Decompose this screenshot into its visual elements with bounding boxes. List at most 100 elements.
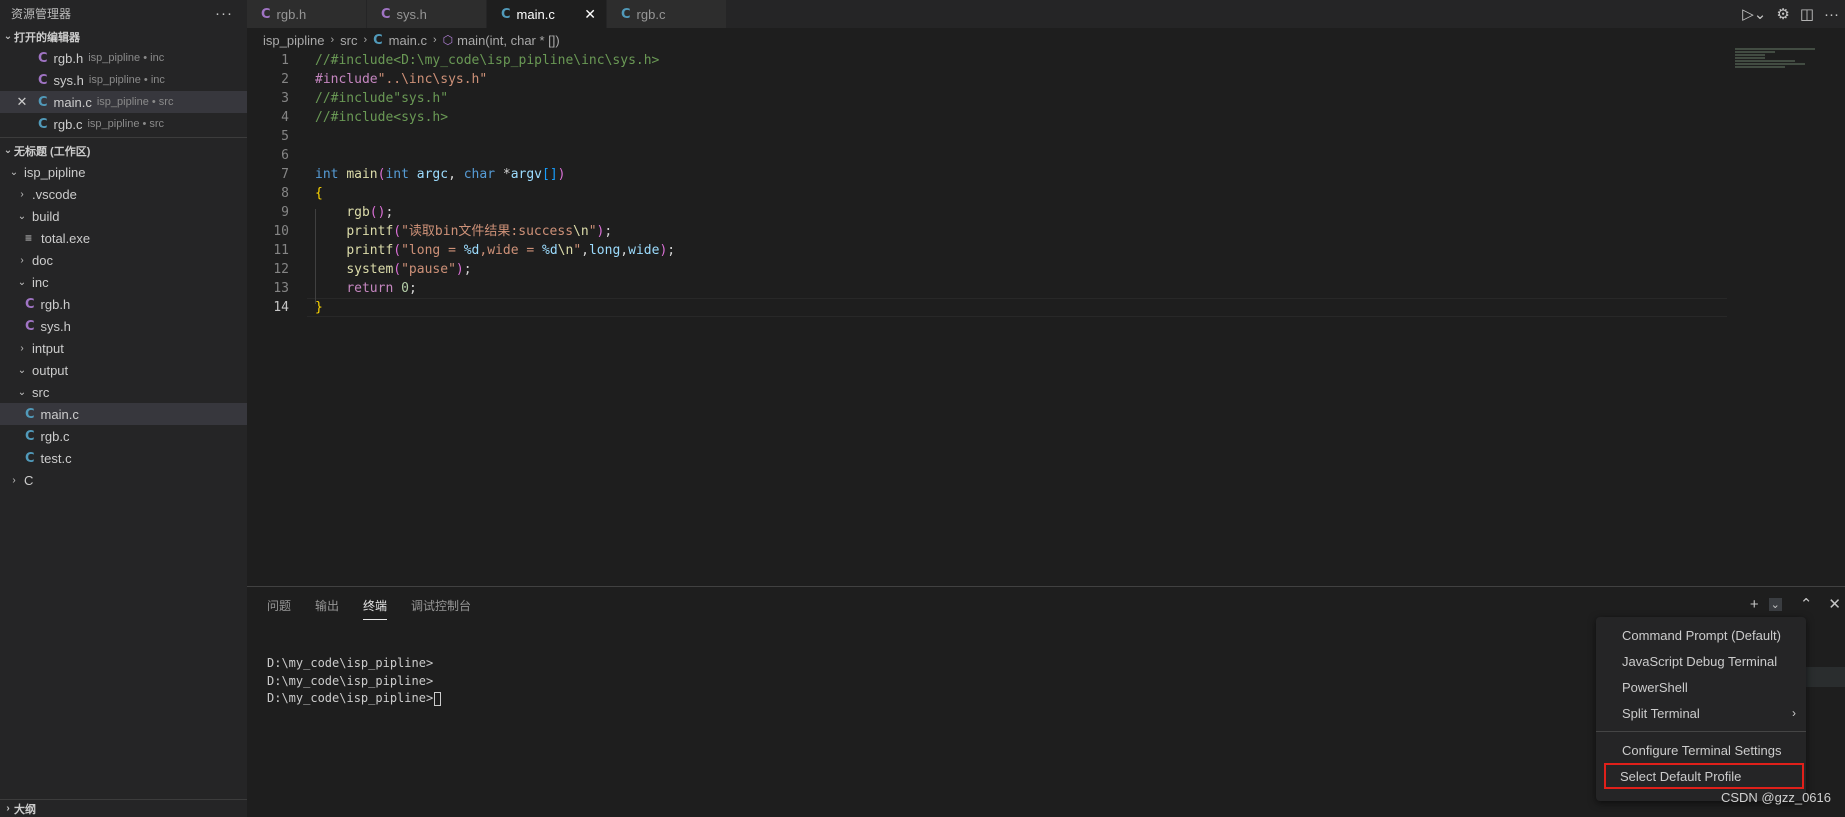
- terminal-output[interactable]: D:\my_code\isp_pipline> D:\my_code\isp_p…: [267, 655, 442, 708]
- open-editor-main-c[interactable]: ✕ C main.c isp_pipline • src: [0, 91, 247, 113]
- code-line[interactable]: 13 return 0;: [247, 279, 1727, 298]
- code-line[interactable]: 11 printf("long = %d,wide = %d\n",long,w…: [247, 241, 1727, 260]
- close-icon[interactable]: ✕: [584, 6, 596, 23]
- tree-item-src[interactable]: ⌄ src: [0, 381, 247, 403]
- tree-item-inc[interactable]: ⌄ inc: [0, 271, 247, 293]
- outline-label: 大纲: [14, 803, 36, 816]
- tab-main-c[interactable]: C main.c ✕: [487, 0, 607, 28]
- terminal-prompt: D:\my_code\isp_pipline>: [267, 691, 434, 705]
- terminal-profile-menu: Command Prompt (Default) JavaScript Debu…: [1596, 617, 1806, 801]
- code-line[interactable]: 8{: [247, 184, 1727, 203]
- code-line[interactable]: 7 int main(int argc, char *argv[]): [247, 165, 1727, 184]
- more-actions-icon[interactable]: ···: [1824, 6, 1839, 23]
- code-text: #include"..\inc\sys.h": [315, 70, 487, 89]
- tree-item-label: isp_pipline: [24, 164, 86, 180]
- breadcrumb-symbol[interactable]: main(int, char * []): [457, 33, 560, 48]
- tab-label: rgb.c: [636, 6, 666, 22]
- c-source-icon: C: [25, 450, 35, 466]
- breadcrumb-folder[interactable]: src: [340, 33, 357, 48]
- minimap-line: [1735, 57, 1765, 59]
- tree-item-total-exe[interactable]: ≡ total.exe: [0, 227, 247, 249]
- close-icon[interactable]: ✕: [1828, 595, 1841, 613]
- tree-item-inc-rgb-h[interactable]: C rgb.h: [0, 293, 247, 315]
- menu-item-label: Select Default Profile: [1620, 768, 1742, 784]
- tree-item-intput[interactable]: › intput: [0, 337, 247, 359]
- tree-item-label: rgb.c: [40, 428, 70, 444]
- tree-item-vscode[interactable]: › .vscode: [0, 183, 247, 205]
- breadcrumb-file[interactable]: main.c: [389, 33, 427, 48]
- tree-item-src-test-c[interactable]: C test.c: [0, 447, 247, 469]
- breadcrumb-project[interactable]: isp_pipline: [263, 33, 324, 48]
- minimap-line: [1735, 60, 1795, 62]
- tree-item-label: test.c: [40, 450, 72, 466]
- panel-actions: + ⌄ ⌃ ✕: [1750, 595, 1845, 614]
- code-line[interactable]: 6: [247, 146, 1727, 165]
- line-number: 14: [273, 300, 289, 315]
- code-editor[interactable]: 1 //#include<D:\my_code\isp_pipline\inc\s…: [247, 51, 1727, 581]
- tree-item-build[interactable]: ⌄ build: [0, 205, 247, 227]
- tab-sys-h[interactable]: C sys.h: [367, 0, 487, 28]
- code-line[interactable]: 4 //#include<sys.h>: [247, 108, 1727, 127]
- split-editor-icon[interactable]: ◫: [1800, 5, 1814, 23]
- code-text: //#include<sys.h>: [315, 108, 448, 127]
- menu-item-powershell[interactable]: PowerShell: [1596, 674, 1806, 700]
- c-source-icon: C: [25, 406, 35, 422]
- run-debug-icon[interactable]: ▷⌄: [1742, 5, 1766, 23]
- code-line[interactable]: 1 //#include<D:\my_code\isp_pipline\inc\s…: [247, 51, 1727, 70]
- tree-item-src-rgb-c[interactable]: C rgb.c: [0, 425, 247, 447]
- menu-item-split-terminal[interactable]: Split Terminal ›: [1596, 700, 1806, 726]
- close-icon[interactable]: ✕: [14, 94, 30, 110]
- c-source-icon: C: [501, 6, 511, 22]
- code-line[interactable]: 3 //#include"sys.h": [247, 89, 1727, 108]
- tab-rgb-h[interactable]: C rgb.h: [247, 0, 367, 28]
- open-editors-section[interactable]: ⌄ 打开的编辑器: [0, 26, 247, 47]
- tree-item-label: main.c: [40, 406, 79, 422]
- outline-section[interactable]: › 大纲: [0, 799, 247, 817]
- tree-item-label: output: [32, 362, 69, 378]
- tree-item-src-main-c[interactable]: C main.c: [0, 403, 247, 425]
- tree-item-inc-sys-h[interactable]: C sys.h: [0, 315, 247, 337]
- code-line[interactable]: 5: [247, 127, 1727, 146]
- code-text: //#include"sys.h": [315, 89, 448, 108]
- code-line[interactable]: 9 rgb();: [247, 203, 1727, 222]
- gear-icon[interactable]: ⚙: [1776, 5, 1789, 23]
- open-editor-sys-h[interactable]: C sys.h isp_pipline • inc: [0, 69, 247, 91]
- menu-item-configure-terminal-settings[interactable]: Configure Terminal Settings: [1596, 737, 1806, 763]
- menu-item-command-prompt[interactable]: Command Prompt (Default): [1596, 622, 1806, 648]
- tab-output[interactable]: 输出: [315, 597, 339, 620]
- tab-problems[interactable]: 问题: [267, 597, 291, 620]
- code-line[interactable]: 12 system("pause");: [247, 260, 1727, 279]
- menu-item-js-debug-terminal[interactable]: JavaScript Debug Terminal: [1596, 648, 1806, 674]
- tab-debug-console[interactable]: 调试控制台: [411, 597, 471, 620]
- tab-rgb-c[interactable]: C rgb.c: [607, 0, 727, 28]
- open-editor-rgb-c[interactable]: C rgb.c isp_pipline • src: [0, 113, 247, 135]
- code-line[interactable]: 2 #include"..\inc\sys.h": [247, 70, 1727, 89]
- chevron-down-icon[interactable]: ⌄: [1768, 597, 1782, 611]
- add-terminal-icon[interactable]: +: [1750, 596, 1759, 613]
- code-token: \n: [557, 243, 574, 258]
- minimap[interactable]: [1735, 48, 1825, 88]
- tree-item-label: build: [32, 208, 60, 224]
- code-text: printf("读取bin文件结果:success\n");: [315, 222, 612, 241]
- line-number: 10: [273, 224, 289, 239]
- code-line[interactable]: 14}: [247, 298, 1727, 317]
- open-editor-rgb-h[interactable]: C rgb.h isp_pipline • inc: [0, 47, 247, 69]
- more-actions-icon[interactable]: ···: [215, 5, 233, 22]
- code-token: []: [542, 167, 558, 182]
- tree-item-isp-pipline[interactable]: ⌄ isp_pipline: [0, 161, 247, 183]
- code-token: system: [346, 262, 394, 277]
- tree-item-output[interactable]: ⌄ output: [0, 359, 247, 381]
- menu-item-select-default-profile[interactable]: Select Default Profile: [1604, 763, 1804, 789]
- workspace-section[interactable]: ⌄ 无标题 (工作区): [0, 140, 247, 161]
- open-editor-path: isp_pipline • inc: [88, 52, 165, 64]
- tab-terminal[interactable]: 终端: [363, 597, 388, 620]
- chevron-up-icon[interactable]: ⌃: [1800, 595, 1813, 613]
- tree-item-doc[interactable]: › doc: [0, 249, 247, 271]
- code-line[interactable]: 10 printf("读取bin文件结果:success\n");: [247, 222, 1727, 241]
- tree-item-c[interactable]: › C: [0, 469, 247, 491]
- chevron-right-icon: ›: [432, 34, 437, 46]
- code-token: %d: [463, 243, 480, 258]
- code-token: return: [346, 281, 394, 296]
